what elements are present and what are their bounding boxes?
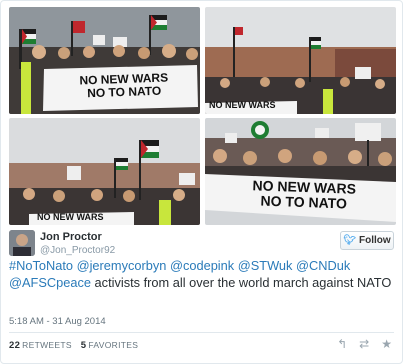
protest-photo-1[interactable]: NO NEW WARS NO TO NATO	[9, 7, 200, 114]
tweet-timestamp[interactable]: 5:18 AM - 31 Aug 2014	[9, 316, 106, 327]
retweets-count[interactable]: 22	[9, 340, 20, 351]
divider	[9, 332, 394, 333]
avatar[interactable]	[9, 230, 35, 256]
author-handle[interactable]: @Jon_Proctor92	[40, 245, 115, 256]
favorites-count[interactable]: 5	[81, 340, 87, 351]
mention-jeremycorbyn[interactable]: @jeremycorbyn	[77, 258, 167, 273]
follow-button[interactable]: 🐦︎ Follow	[340, 231, 394, 250]
banner-text-line1: NO NEW WARS	[37, 212, 104, 222]
tweet-stats: 22 RETWEETS 5 FAVORITES	[9, 340, 138, 351]
protest-photo-2[interactable]: NO NEW WARS	[205, 7, 396, 114]
mention-codepink[interactable]: @codepink	[170, 258, 234, 273]
twitter-bird-icon: 🐦︎	[343, 235, 357, 246]
photo-grid: NO NEW WARS NO TO NATO NO NEW WARS NO NE…	[9, 7, 396, 225]
banner-text-line1: NO NEW WARS	[209, 100, 276, 110]
tweet-text: #NoToNato @jeremycorbyn @codepink @STWuk…	[9, 257, 394, 291]
follow-label: Follow	[359, 235, 391, 246]
author-name[interactable]: Jon Proctor	[40, 231, 102, 243]
favorites-label[interactable]: FAVORITES	[88, 340, 138, 350]
tweet-actions: ↰ ⇄ ★	[337, 337, 392, 351]
mention-cnduk[interactable]: @CNDuk	[296, 258, 350, 273]
tweet-body: activists from all over the world march …	[91, 275, 392, 290]
retweet-icon[interactable]: ⇄	[359, 337, 369, 351]
mention-afscpeace[interactable]: @AFSCpeace	[9, 275, 91, 290]
retweets-label[interactable]: RETWEETS	[22, 340, 72, 350]
mention-stwuk[interactable]: @STWuk	[238, 258, 293, 273]
hashtag-notonato[interactable]: #NoToNato	[9, 258, 73, 273]
tweet-card: NO NEW WARS NO TO NATO NO NEW WARS NO NE…	[0, 0, 403, 364]
reply-icon[interactable]: ↰	[337, 337, 347, 351]
protest-photo-3[interactable]: NO NEW WARS	[9, 118, 200, 225]
author-row: Jon Proctor @Jon_Proctor92 🐦︎ Follow	[9, 230, 396, 260]
favorite-icon[interactable]: ★	[381, 337, 392, 351]
protest-photo-4[interactable]: NO NEW WARS NO TO NATO	[205, 118, 396, 225]
